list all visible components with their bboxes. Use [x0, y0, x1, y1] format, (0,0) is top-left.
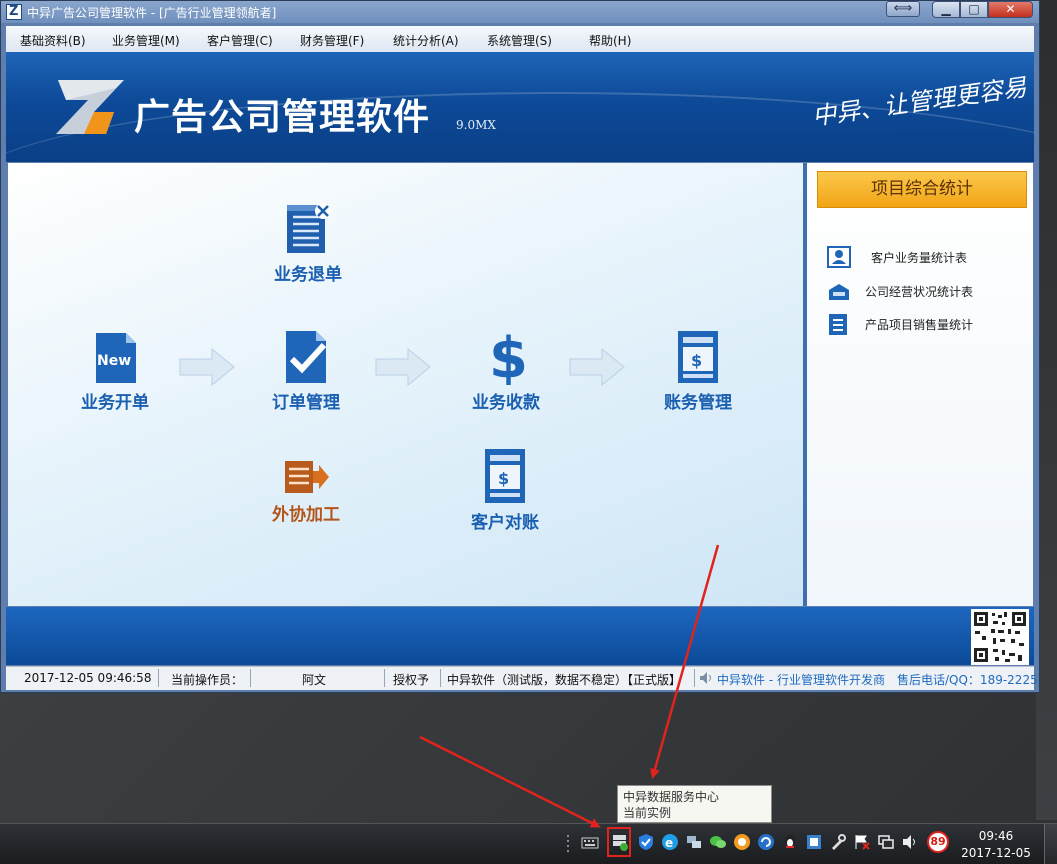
user-report-icon	[827, 246, 851, 268]
status-datetime: 2017-12-05 09:46:58	[24, 671, 152, 685]
list-report-icon	[829, 314, 847, 335]
notification-badge[interactable]: 89	[927, 831, 949, 853]
cancel-order-button[interactable]: 业务退单	[269, 201, 347, 285]
new-document-icon: New	[96, 333, 136, 383]
tooltip-title: 中异数据服务中心	[623, 790, 720, 804]
export-list-icon	[285, 461, 329, 493]
footer-band	[6, 607, 1034, 665]
dollar-icon: $	[489, 326, 528, 391]
svg-text:e: e	[665, 836, 673, 850]
accounts-button[interactable]: $ 账务管理	[659, 329, 737, 413]
keyboard-icon[interactable]	[581, 833, 599, 851]
grip-icon	[567, 835, 569, 852]
stats-panel	[807, 163, 1033, 606]
menu-help[interactable]: 帮助(H)	[589, 32, 631, 49]
resize-toggle-button[interactable]: ⟺	[886, 1, 920, 17]
customer-volume-report-link[interactable]: 客户业务量统计表	[827, 245, 967, 269]
flag-alert-icon[interactable]	[853, 833, 871, 851]
flow-arrow-icon	[375, 347, 431, 387]
tool-icon[interactable]	[829, 833, 847, 851]
version-label: 9.0MX	[456, 118, 496, 132]
svg-text:$: $	[498, 469, 509, 488]
system-clock[interactable]: 09:46 2017-12-05	[955, 828, 1037, 862]
app-logo-icon	[6, 4, 22, 20]
network-share-icon[interactable]	[685, 833, 703, 851]
sync-icon[interactable]	[757, 833, 775, 851]
status-bar: 2017-12-05 09:46:58 当前操作员： 阿文 授权予 中异软件（测…	[6, 666, 1038, 690]
flow-arrow-icon	[569, 347, 625, 387]
close-button[interactable]: ✕	[988, 1, 1033, 18]
license-label: 授权予	[393, 673, 430, 687]
svg-text:$: $	[489, 327, 528, 385]
order-management-button[interactable]: 订单管理	[267, 329, 345, 413]
window-title: 中异广告公司管理软件 - [广告行业管理领航者]	[27, 6, 277, 20]
input-method-icon[interactable]	[805, 833, 823, 851]
outsourcing-button[interactable]: 外协加工	[263, 457, 349, 525]
show-desktop-button[interactable]	[1044, 824, 1057, 864]
annotation-highlight	[607, 827, 631, 857]
collection-button[interactable]: $ 业务收款	[467, 326, 545, 413]
project-stats-header[interactable]: 项目综合统计	[817, 171, 1027, 208]
wechat-icon[interactable]	[709, 833, 727, 851]
menu-system[interactable]: 系统管理(S)	[487, 32, 552, 49]
tray-tooltip: 中异数据服务中心 当前实例 (local)\DBServer	[617, 785, 772, 836]
operator-label: 当前操作员：	[171, 673, 244, 687]
volume-icon[interactable]	[901, 833, 919, 851]
hotline-info: 售后电话/QQ：189-2225	[897, 673, 1038, 687]
qq-icon[interactable]	[781, 833, 799, 851]
clock-time: 09:46	[978, 829, 1014, 843]
clock-date: 2017-12-05	[961, 846, 1031, 860]
qr-code-icon	[971, 609, 1029, 665]
shield-icon[interactable]	[637, 833, 655, 851]
z-logo-icon	[56, 80, 124, 134]
menu-bar: 基础资料(B) 业务管理(M) 客户管理(C) 财务管理(F) 统计分析(A) …	[6, 26, 1034, 53]
banner-title: 广告公司管理软件	[134, 97, 431, 138]
ie-icon[interactable]: e	[661, 833, 679, 851]
speaker-icon	[700, 672, 711, 684]
menu-statistics[interactable]: 统计分析(A)	[393, 32, 459, 49]
new-business-button[interactable]: New 业务开单	[76, 331, 154, 413]
taskbar: e 89 09:46 2017-12-05	[0, 823, 1057, 864]
window-controls: ▁ □ ✕	[932, 1, 1033, 18]
minimize-button[interactable]: ▁	[932, 1, 960, 18]
business-status-report-link[interactable]: 公司经营状况统计表	[827, 279, 973, 303]
reconciliation-button[interactable]: $ 客户对账	[465, 447, 545, 533]
flow-arrow-icon	[179, 347, 235, 387]
ledger-icon: $	[678, 331, 718, 383]
svg-text:$: $	[691, 351, 702, 370]
operator-name: 阿文	[302, 673, 327, 687]
menu-finance[interactable]: 财务管理(F)	[300, 32, 364, 49]
banner: 广告公司管理软件 9.0MX 中异、让管理更容易	[6, 52, 1034, 162]
network-icon[interactable]	[877, 833, 895, 851]
maximize-button[interactable]: □	[960, 1, 988, 18]
menu-basic-data[interactable]: 基础资料(B)	[20, 32, 86, 49]
document-check-icon	[286, 331, 327, 383]
company-report-icon	[829, 284, 849, 300]
app-window: 中异广告公司管理软件 - [广告行业管理领航者] ⟺ ▁ □ ✕ 基础资料(B)…	[0, 0, 1040, 693]
statement-icon: $	[485, 449, 525, 503]
orange-app-icon[interactable]	[733, 833, 751, 851]
menu-customer[interactable]: 客户管理(C)	[207, 32, 273, 49]
company-info: 中异软件 - 行业管理软件开发商	[717, 673, 885, 687]
title-bar[interactable]: 中异广告公司管理软件 - [广告行业管理领航者] ⟺ ▁ □ ✕	[1, 1, 1039, 23]
svg-text:New: New	[97, 353, 131, 369]
product-sales-report-link[interactable]: 产品项目销售量统计	[827, 312, 973, 336]
document-cancel-icon	[287, 203, 331, 253]
menu-business[interactable]: 业务管理(M)	[112, 32, 180, 49]
license-info: 中异软件（测试版，数据不稳定）【正式版】	[447, 673, 682, 687]
